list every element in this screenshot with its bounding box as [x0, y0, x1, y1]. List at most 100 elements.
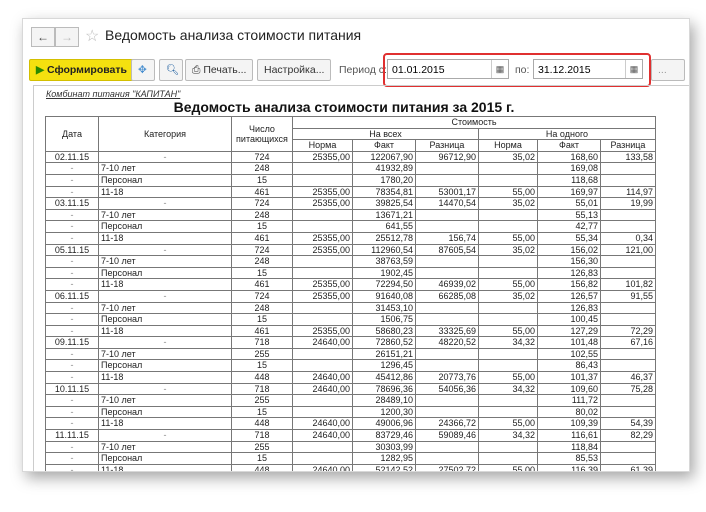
- cell-category: -: [98, 429, 232, 442]
- forward-button[interactable]: →: [55, 27, 79, 47]
- cell-one-diff: 72,29: [600, 324, 656, 338]
- back-button[interactable]: ←: [31, 27, 55, 47]
- move-icon[interactable]: ✥: [131, 59, 155, 81]
- cell-one-fact: 169,97: [537, 185, 601, 199]
- table-row: -7-10 лет 255 26151,21 102,55: [45, 347, 656, 361]
- cell-date: -: [45, 347, 99, 361]
- cell-all-diff: [415, 220, 479, 233]
- cell-all-diff: [415, 266, 479, 280]
- cell-all-norm: 24640,00: [292, 417, 353, 431]
- cell-one-fact: 101,37: [537, 371, 601, 384]
- cell-count: 255: [231, 440, 293, 454]
- cell-all-fact: 31453,10: [352, 301, 416, 315]
- cell-date: -: [45, 266, 99, 280]
- cell-one-diff: [600, 220, 656, 233]
- cell-all-norm: 25355,00: [292, 243, 353, 257]
- preview-icon[interactable]: 🔍︎: [159, 59, 183, 81]
- cell-count: 15: [231, 405, 293, 419]
- cell-one-diff: 101,82: [600, 278, 656, 291]
- cell-one-norm: 35,02: [478, 197, 538, 210]
- organization-link[interactable]: Комбинат питания "КАПИТАН": [46, 89, 180, 99]
- cell-date: 09.11.15: [45, 336, 99, 349]
- cell-count: 724: [231, 243, 293, 257]
- cell-all-diff: [415, 405, 479, 419]
- header-all-norm: Норма: [292, 139, 353, 152]
- cell-one-fact: 111,72: [537, 394, 601, 407]
- cell-category: 7-10 лет: [98, 162, 232, 175]
- table-row: -7-10 лет 248 41932,89 169,08: [45, 162, 656, 175]
- cell-category: 7-10 лет: [98, 208, 232, 222]
- cell-count: 461: [231, 185, 293, 199]
- cell-one-norm: [478, 347, 538, 361]
- cell-count: 461: [231, 231, 293, 245]
- cell-count: 718: [231, 382, 293, 396]
- cell-all-fact: 78354,81: [352, 185, 416, 199]
- cell-all-fact: 1282,95: [352, 452, 416, 465]
- cell-one-fact: 100,45: [537, 313, 601, 326]
- cell-one-fact: 55,34: [537, 231, 601, 245]
- cell-one-norm: 55,00: [478, 463, 538, 471]
- table-row: 09.11.15-718 24640,00 72860,52 48220,52 34,3…: [45, 336, 656, 349]
- cell-one-fact: 86,43: [537, 359, 601, 373]
- cell-all-fact: 49006,96: [352, 417, 416, 431]
- cell-one-norm: 34,32: [478, 382, 538, 396]
- cell-all-diff: 59089,46: [415, 429, 479, 442]
- header-count: Число питающихся: [231, 116, 293, 152]
- cell-one-diff: 54,39: [600, 417, 656, 431]
- cell-all-diff: [415, 173, 479, 187]
- cell-all-diff: 48220,52: [415, 336, 479, 349]
- cell-count: 448: [231, 463, 293, 471]
- cell-date: -: [45, 405, 99, 419]
- cell-all-diff: [415, 440, 479, 454]
- table-row: - Персонал 15 1506,75 100,45: [45, 313, 656, 326]
- cell-all-fact: 13671,21: [352, 208, 416, 222]
- cell-all-norm: [292, 208, 353, 222]
- cell-count: 461: [231, 324, 293, 338]
- table-row: -7-10 лет 255 28489,10 111,72: [45, 394, 656, 407]
- cell-date: 05.11.15: [45, 243, 99, 257]
- table-row: -11-18 461 25355,00 72294,50 46939,02 55,00 15…: [45, 278, 656, 291]
- table-row: - Персонал 15 641,55 42,77: [45, 220, 656, 233]
- cell-one-norm: 55,00: [478, 417, 538, 431]
- cell-one-norm: 55,00: [478, 278, 538, 291]
- cell-all-diff: [415, 394, 479, 407]
- cell-all-norm: 25355,00: [292, 150, 353, 164]
- cell-all-norm: 24640,00: [292, 382, 353, 396]
- cell-all-norm: 24640,00: [292, 336, 353, 349]
- header-all-diff: Разница: [415, 139, 479, 152]
- cell-all-fact: 1200,30: [352, 405, 416, 419]
- cell-all-fact: 91640,08: [352, 289, 416, 303]
- table-row: 11.11.15-718 24640,00 83729,46 59089,46 34,3…: [45, 429, 656, 442]
- cell-one-norm: 55,00: [478, 231, 538, 245]
- settings-button[interactable]: Настройка...: [257, 59, 332, 81]
- cell-all-diff: [415, 208, 479, 222]
- favorite-star-icon[interactable]: ☆: [85, 26, 99, 46]
- cell-one-diff: [600, 452, 656, 465]
- table-row: -7-10 лет 248 38763,59 156,30: [45, 255, 656, 268]
- generate-label: Сформировать: [47, 64, 127, 76]
- more-button[interactable]: ...: [651, 59, 685, 81]
- cell-one-diff: [600, 405, 656, 419]
- generate-button[interactable]: ▶ Сформировать: [29, 59, 134, 81]
- cell-one-norm: [478, 313, 538, 326]
- cell-date: -: [45, 463, 99, 471]
- cell-one-diff: [600, 313, 656, 326]
- cell-category: 7-10 лет: [98, 301, 232, 315]
- cell-one-fact: 118,84: [537, 440, 601, 454]
- cell-one-diff: [600, 301, 656, 315]
- cell-one-diff: 121,00: [600, 243, 656, 257]
- table-row: -11-18 448 24640,00 45412,86 20773,76 55,00 10…: [45, 371, 656, 384]
- print-button[interactable]: ⎙ Печать...: [185, 59, 254, 81]
- cell-all-norm: [292, 394, 353, 407]
- table-row: - Персонал 15 1200,30 80,02: [45, 405, 656, 419]
- cell-date: -: [45, 231, 99, 245]
- cell-all-norm: [292, 313, 353, 326]
- cell-one-norm: [478, 405, 538, 419]
- cell-date: -: [45, 162, 99, 175]
- cell-category: Персонал: [98, 359, 232, 373]
- cell-category: -: [98, 382, 232, 396]
- cell-one-fact: 116,39: [537, 463, 601, 471]
- cell-all-fact: 25512,78: [352, 231, 416, 245]
- cell-count: 248: [231, 208, 293, 222]
- table-row: - Персонал 15 1902,45 126,83: [45, 266, 656, 280]
